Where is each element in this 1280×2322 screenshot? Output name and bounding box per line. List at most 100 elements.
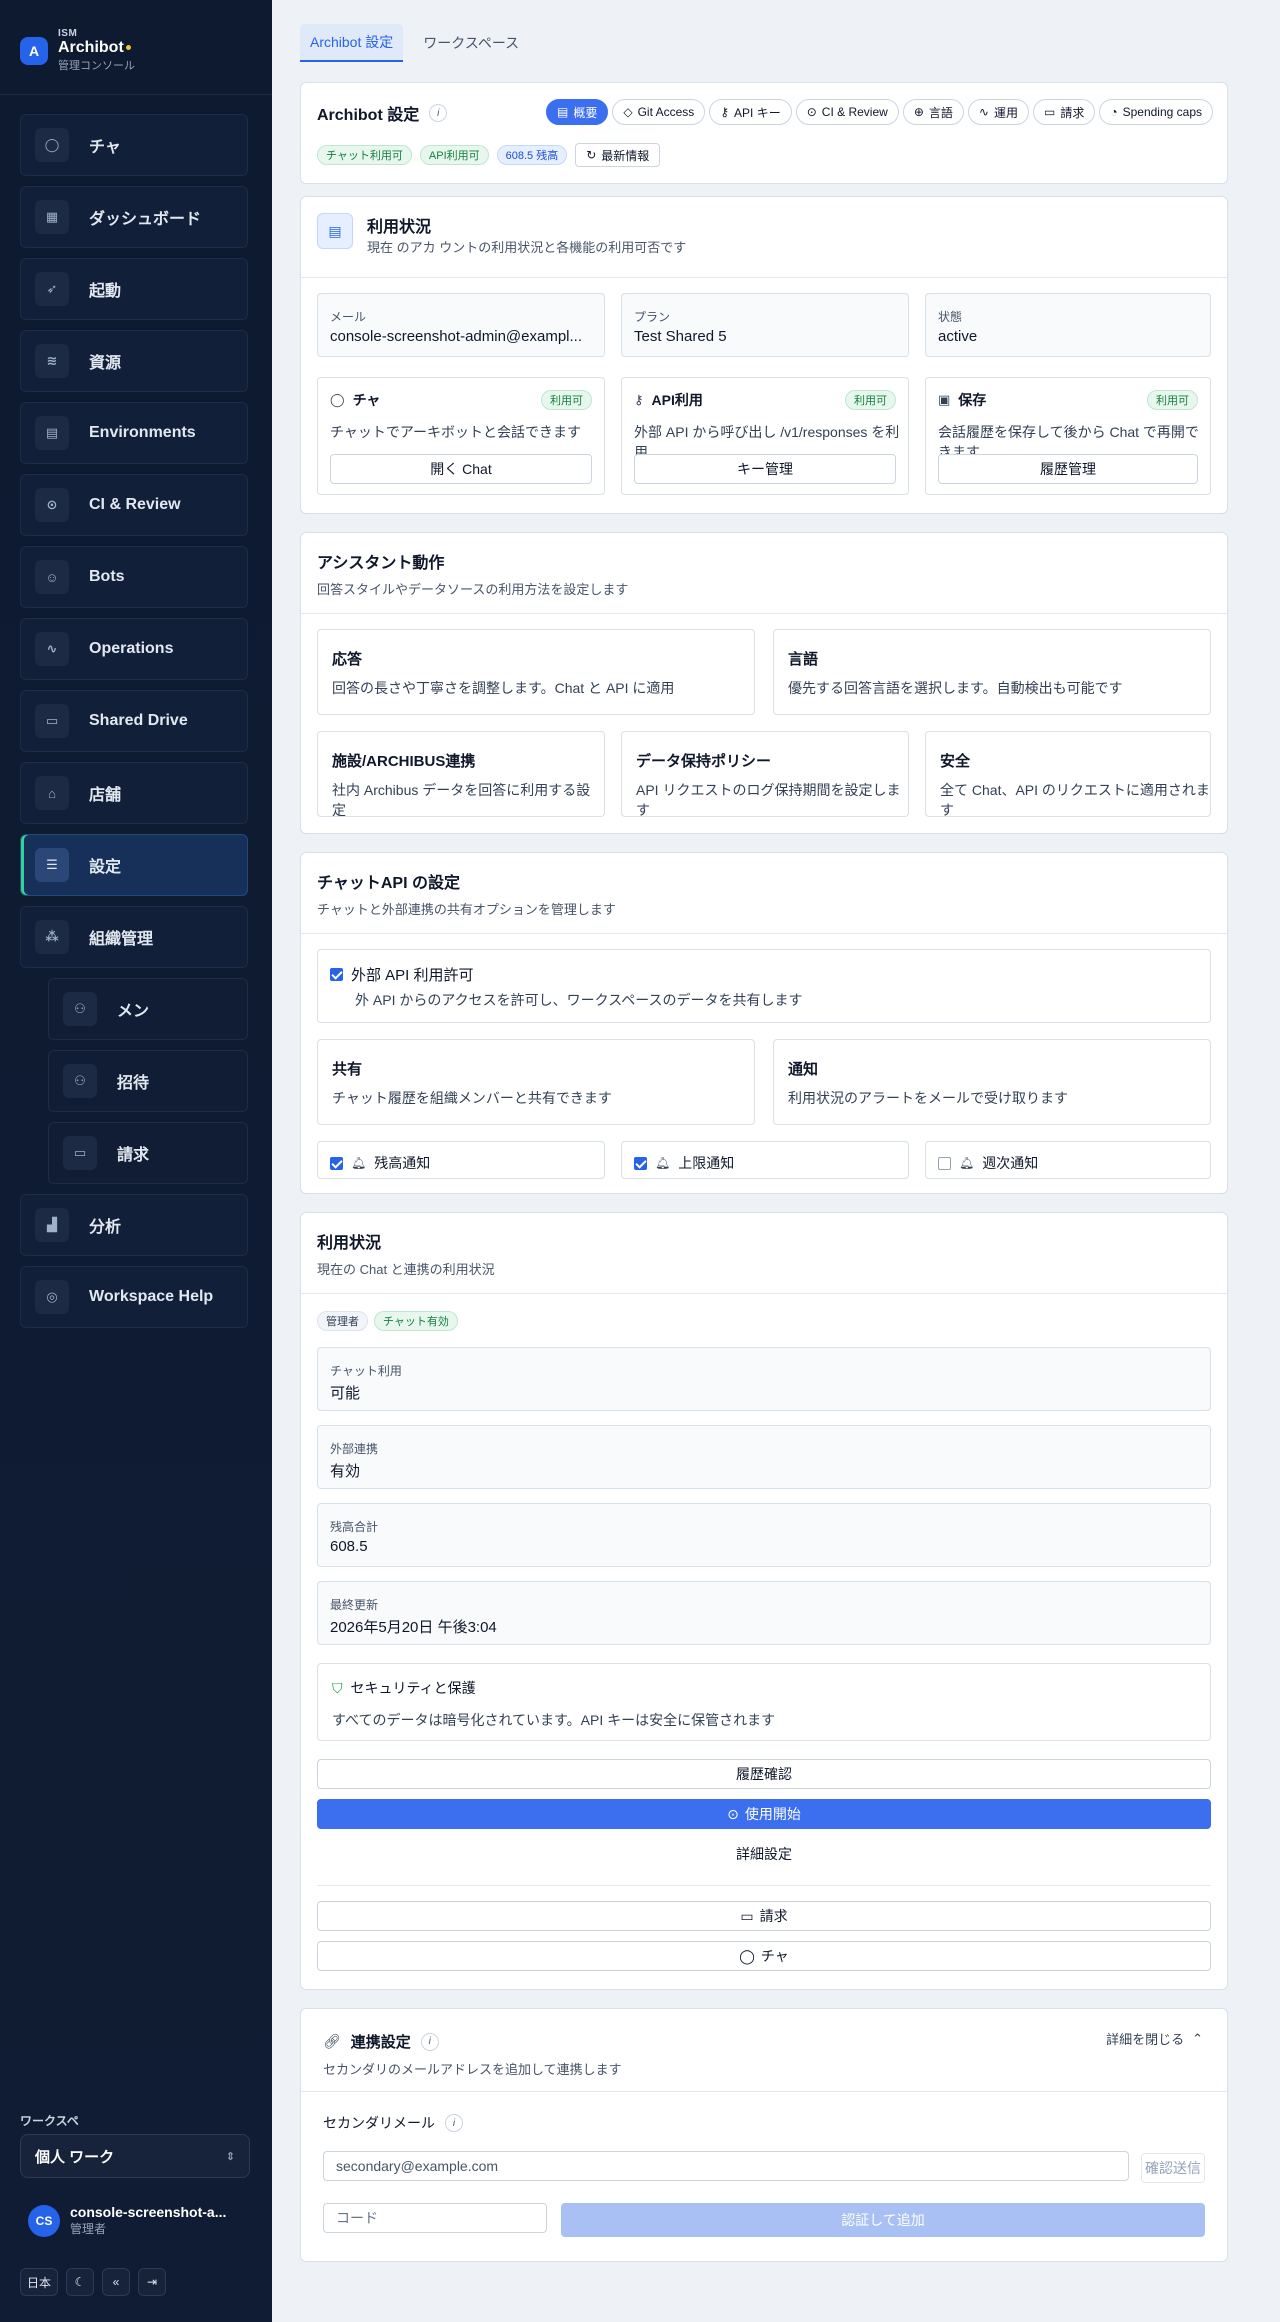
info-icon[interactable]: i [445, 2114, 463, 2132]
document-icon: ▤ [317, 213, 353, 249]
sidebar-tools: 日本 ☾ « ⇥ [20, 2268, 167, 2296]
sidebar-item-label: Operations [89, 640, 174, 657]
section-pill[interactable]: ⚷ API キー [709, 99, 792, 125]
activity-icon: ∿ [978, 105, 989, 119]
notification-checkbox[interactable] [330, 1156, 343, 1170]
chat-option[interactable]: 共有 チャット履歴を組織メンバーと共有できます [317, 1039, 755, 1125]
sidebar-item[interactable]: ∿ Operations [20, 618, 248, 680]
sidebar-item-label: Shared Drive [89, 712, 188, 729]
behavior-option[interactable]: 応答 回答の長さや丁寧さを調整します。Chat と API に適用 [317, 629, 755, 715]
secondary-email-input[interactable]: secondary@example.com [323, 2151, 1129, 2181]
brand[interactable]: A ISM Archibot 管理コンソール [20, 28, 135, 73]
help-icon: ◎ [35, 1280, 69, 1314]
start-button[interactable]: ⊙ 使用開始 [317, 1799, 1211, 1829]
advanced-settings-link[interactable]: 詳細設定 [317, 1839, 1211, 1869]
bell-icon: 🔔︎ [959, 1156, 975, 1170]
globe-icon: ⊕ [913, 105, 924, 119]
api-permission-desc: 外 API からのアクセスを許可し、ワークスペースのデータを共有します [355, 992, 803, 1008]
sidebar: A ISM Archibot 管理コンソール ◯ チャ ▦ ダッシュボード ➶ 起動 ≋ 資源… [0, 0, 272, 2322]
feature-button[interactable]: キー管理 [634, 454, 896, 484]
api-permission-label: 外部 API 利用許可 [351, 967, 474, 984]
refresh-button[interactable]: ↻ 最新情報 [575, 143, 661, 167]
chevron-up-icon: ⌃ [1192, 2030, 1203, 2046]
notification-checkbox[interactable] [634, 1156, 647, 1170]
linked-accounts-card: 🔗︎ 連携設定 i セカンダリのメールアドレスを追加して連携します 詳細を閉じる… [300, 2008, 1228, 2262]
language-button[interactable]: 日本 [20, 2268, 59, 2296]
section-pill[interactable]: ⊙ CI & Review [795, 99, 899, 125]
usage-card: 利用状況 現在の Chat と連携の利用状況 管理者 チャット有効 チャット利用… [300, 1212, 1228, 1990]
section-pill[interactable]: ∿ 運用 [967, 99, 1029, 125]
sidebar-item[interactable]: ▦ ダッシュボード [20, 186, 248, 248]
sidebar-item[interactable]: ▭ 請求 [48, 1122, 248, 1184]
card-icon: ▭ [740, 1907, 754, 1924]
sidebar-item-label: メン [117, 1003, 150, 1020]
section-pill[interactable]: ▭ 請求 [1032, 99, 1096, 125]
sidebar-item[interactable]: ⁂ 組織管理 [20, 906, 248, 968]
section-pill[interactable]: ▤ 概要 [545, 99, 609, 125]
feature-button[interactable]: 履歴管理 [938, 454, 1198, 484]
moon-icon[interactable]: ☾ [66, 2268, 95, 2296]
sidebar-item[interactable]: ☰ 設定 [20, 834, 248, 896]
bell-icon: 🔔︎ [351, 1156, 367, 1170]
sidebar-item-label: ダッシュボード [89, 211, 202, 228]
server-icon: ▤ [35, 416, 69, 450]
sidebar-item[interactable]: ⚇ 招待 [48, 1050, 248, 1112]
users-icon: ⚇ [63, 1064, 97, 1098]
tab-workspace[interactable]: ワークスペース [413, 24, 529, 62]
behavior-option[interactable]: 安全 全て Chat、API のリクエストに適用されます [925, 731, 1211, 818]
security-desc: すべてのデータは暗号化されています。API キーは安全に保管されます [332, 1712, 776, 1728]
collapse-icon[interactable]: « [102, 2268, 131, 2296]
notification-option[interactable]: 🔔︎ 上限通知 [621, 1141, 909, 1179]
grid-icon: ▦ [35, 200, 69, 234]
logout-icon[interactable]: ⇥ [138, 2268, 167, 2296]
sidebar-item[interactable]: ☺ Bots [20, 546, 248, 608]
notification-checkbox[interactable] [938, 1156, 951, 1170]
sidebar-item[interactable]: ≋ 資源 [20, 330, 248, 392]
billing-button[interactable]: ▭ 請求 [317, 1901, 1211, 1931]
info-icon[interactable]: i [420, 2032, 439, 2051]
sidebar-item[interactable]: ➶ 起動 [20, 258, 248, 320]
user-menu[interactable]: CS console-screenshot-a... 管理者 [28, 2204, 226, 2237]
history-button[interactable]: 履歴確認 [317, 1759, 1211, 1789]
sidebar-item[interactable]: ⊙ CI & Review [20, 474, 248, 536]
section-pill[interactable]: ◇ Git Access [612, 99, 706, 125]
rocket-icon: ➶ [35, 272, 69, 306]
sidebar-item-label: Workspace Help [89, 1288, 214, 1305]
verify-add-button[interactable]: 認証して追加 [561, 2203, 1205, 2237]
account-field: メール console-screenshot-admin@exampl... [317, 293, 605, 357]
sidebar-item[interactable]: ⚇ メン [48, 978, 248, 1040]
chat-option[interactable]: 通知 利用状況のアラートをメールで受け取ります [773, 1039, 1211, 1125]
account-heading: 利用状況 現在 のアカ ウントの利用状況と各機能の利用可否です [367, 219, 687, 255]
verification-code-input[interactable]: コード [323, 2203, 547, 2233]
collapse-toggle[interactable]: 詳細を閉じる ⌃ [1106, 2029, 1203, 2048]
info-icon[interactable]: i [429, 104, 448, 122]
section-pill[interactable]: ⊕ 言語 [902, 99, 964, 125]
account-field: 状態 active [925, 293, 1211, 357]
behavior-option[interactable]: 施設/ARCHIBUS連携 社内 Archibus データを回答に利用する設定 [317, 731, 605, 818]
sidebar-nav: ◯ チャ ▦ ダッシュボード ➶ 起動 ≋ 資源 ▤ Environments ⊙ CI & Revi… [20, 114, 248, 1338]
store-icon: ⌂ [35, 776, 69, 810]
usage-row: 最終更新 2026年5月20日 午後3:04 [317, 1581, 1211, 1645]
archibot-logo-icon: A [20, 36, 48, 65]
chat-button[interactable]: ◯ チャ [317, 1941, 1211, 1971]
notification-option[interactable]: 🔔︎ 週次通知 [925, 1141, 1211, 1179]
tab-archibot-settings[interactable]: Archibot 設定 [300, 24, 404, 62]
behavior-option[interactable]: 言語 優先する回答言語を選択します。自動検出も可能です [773, 629, 1211, 715]
chat-api-card: チャットAPI の設定 チャットと外部連携の共有オプションを管理します 外部 A… [300, 852, 1228, 1194]
workspace-select[interactable]: 個人 ワーク ⇕ [20, 2134, 250, 2178]
sidebar-item[interactable]: ▭ Shared Drive [20, 690, 248, 752]
message-icon: ◯ [739, 1947, 755, 1964]
chart-icon: ▟ [35, 1208, 69, 1242]
sidebar-item[interactable]: ⌂ 店舗 [20, 762, 248, 824]
feature-button[interactable]: 開く Chat [330, 454, 592, 484]
behavior-option[interactable]: データ保持ポリシー API リクエストのログ保持期間を設定します [621, 731, 909, 818]
sidebar-item[interactable]: ◎ Workspace Help [20, 1266, 248, 1328]
api-permission-checkbox[interactable] [330, 968, 343, 981]
section-pill[interactable]: ◔ Spending caps [1099, 99, 1213, 125]
send-code-button[interactable]: 確認送信 [1141, 2153, 1205, 2183]
sidebar-item[interactable]: ▟ 分析 [20, 1194, 248, 1256]
notification-option[interactable]: 🔔︎ 残高通知 [317, 1141, 605, 1179]
sidebar-item[interactable]: ◯ チャ [20, 114, 248, 176]
behavior-subtitle: 回答スタイルやデータソースの利用方法を設定します [317, 582, 629, 597]
sidebar-item[interactable]: ▤ Environments [20, 402, 248, 464]
